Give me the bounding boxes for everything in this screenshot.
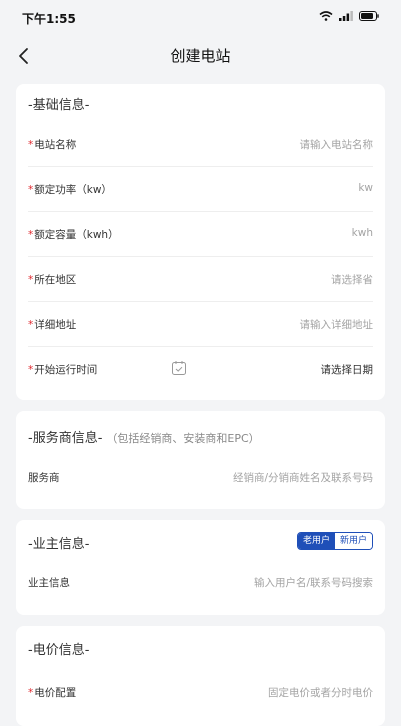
nav-bar: 创建电站 xyxy=(0,36,401,76)
address-input[interactable]: 请输入详细地址 xyxy=(300,317,374,332)
province-select[interactable]: 请选择省 xyxy=(331,272,373,287)
required-mark: * xyxy=(28,229,34,241)
required-mark: * xyxy=(28,319,34,331)
station-name-label: *电站名称 xyxy=(28,139,77,151)
rated-power-row[interactable]: *额定功率（kw） kw xyxy=(28,167,373,212)
region-label: *所在地区 xyxy=(28,274,77,286)
calendar-icon[interactable] xyxy=(171,360,187,376)
station-name-input[interactable]: 请输入电站名称 xyxy=(300,137,374,152)
new-user-option[interactable]: 新用户 xyxy=(334,533,372,549)
owner-search-row[interactable]: 业主信息 输入用户名/联系号码搜索 xyxy=(28,560,373,604)
rated-power-label: *额定功率（kw） xyxy=(28,184,112,196)
required-mark: * xyxy=(28,687,34,699)
owner-info-card: -业主信息- 老用户 新用户 业主信息 输入用户名/联系号码搜索 xyxy=(16,520,385,615)
service-provider-label: 服务商 xyxy=(28,472,60,484)
address-label: *详细地址 xyxy=(28,319,77,331)
price-info-card: -电价信息- *电价配置 固定电价或者分时电价 xyxy=(16,626,385,726)
owner-info-label: 业主信息 xyxy=(28,577,70,589)
basic-info-title: -基础信息- xyxy=(28,98,90,113)
status-time: 下午1:55 xyxy=(22,12,76,26)
rated-capacity-row[interactable]: *额定容量（kwh） kwh xyxy=(28,212,373,257)
user-type-toggle[interactable]: 老用户 新用户 xyxy=(296,532,373,550)
start-date-label: *开始运行时间 xyxy=(28,364,98,376)
price-info-title: -电价信息- xyxy=(28,643,90,658)
required-mark: * xyxy=(28,364,34,376)
start-date-row[interactable]: *开始运行时间 请选择日期 xyxy=(28,347,373,391)
wifi-icon xyxy=(319,11,333,21)
rated-capacity-input[interactable]: kwh xyxy=(352,227,373,239)
status-bar: 下午1:55 xyxy=(0,0,401,36)
price-config-select[interactable]: 固定电价或者分时电价 xyxy=(268,685,373,700)
station-name-row[interactable]: *电站名称 请输入电站名称 xyxy=(28,122,373,167)
price-config-row[interactable]: *电价配置 固定电价或者分时电价 xyxy=(28,670,373,714)
owner-info-title: -业主信息- xyxy=(28,537,90,552)
service-info-card: -服务商信息- （包括经销商、安装商和EPC） 服务商 经销商/分销商姓名及联系号… xyxy=(16,411,385,509)
page-title: 创建电站 xyxy=(170,47,231,65)
required-mark: * xyxy=(28,139,34,151)
basic-info-card: -基础信息- *电站名称 请输入电站名称 *额定功率（kw） kw *额定容量（… xyxy=(16,84,385,400)
start-date-picker[interactable]: 请选择日期 xyxy=(321,362,374,377)
rated-power-input[interactable]: kw xyxy=(358,182,373,194)
old-user-option[interactable]: 老用户 xyxy=(297,533,335,549)
status-icons xyxy=(319,11,379,21)
address-row[interactable]: *详细地址 请输入详细地址 xyxy=(28,302,373,347)
price-config-label: *电价配置 xyxy=(28,687,77,699)
service-info-title: -服务商信息- （包括经销商、安装商和EPC） xyxy=(28,431,260,446)
rated-capacity-label: *额定容量（kwh） xyxy=(28,229,119,241)
signal-icon xyxy=(339,11,353,21)
service-info-subtitle: （包括经销商、安装商和EPC） xyxy=(106,432,260,445)
required-mark: * xyxy=(28,274,34,286)
required-mark: * xyxy=(28,184,34,196)
battery-icon xyxy=(359,11,379,21)
service-provider-input[interactable]: 经销商/分销商姓名及联系号码 xyxy=(233,470,373,485)
owner-search-input[interactable]: 输入用户名/联系号码搜索 xyxy=(254,575,373,590)
service-provider-row[interactable]: 服务商 经销商/分销商姓名及联系号码 xyxy=(28,455,373,499)
region-row[interactable]: *所在地区 请选择省 xyxy=(28,257,373,302)
